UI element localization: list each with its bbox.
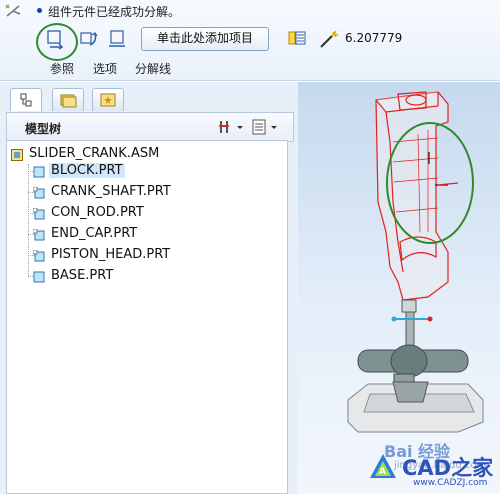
status-message: 组件元件已经成功分解。 (48, 5, 181, 19)
tab-folder-browser[interactable] (52, 88, 84, 111)
tab-references[interactable]: 参照 (50, 60, 74, 77)
favorites-icon (100, 93, 116, 107)
tab-options[interactable]: 选项 (93, 60, 117, 77)
tab-explode-lines[interactable]: 分解线 (135, 60, 171, 77)
folder-icon (60, 94, 77, 108)
tree-item-label: PISTON_HEAD.PRT (51, 247, 171, 262)
tab-favorites[interactable] (92, 88, 124, 111)
navigator-panel: 模型树 SLIDER_CRANK.ASM BLOCK.PRT CRANK_SHA… (0, 82, 298, 494)
motion-value[interactable]: 6.207779 (345, 31, 402, 45)
con-rod-part (391, 299, 433, 351)
assembly-icon (11, 149, 23, 161)
tree-item-label: END_CAP.PRT (51, 226, 138, 241)
rotate-component-icon[interactable] (78, 28, 100, 50)
tree-item-label: CRANK_SHAFT.PRT (51, 184, 171, 199)
cad-site-url: www.CADZJ.com (413, 478, 488, 488)
graphics-viewport[interactable] (298, 82, 500, 494)
tree-item-label: BLOCK.PRT (49, 163, 125, 178)
status-bar: 组件元件已经成功分解。 (0, 0, 500, 22)
model-tree-title: 模型树 (25, 122, 62, 136)
dashboard: 组件元件已经成功分解。 单击此处添加项目 6.207779 参照 选项 分解线 (0, 0, 500, 81)
explode-lines-icon[interactable] (286, 28, 308, 50)
settings-icon[interactable] (219, 121, 243, 133)
cad-logo-icon: A (370, 454, 396, 478)
model-tree-header: 模型树 (6, 112, 294, 142)
model-tree: SLIDER_CRANK.ASM BLOCK.PRT CRANK_SHAFT.P… (6, 140, 288, 494)
tree-guide-line (28, 164, 29, 276)
view-plane-icon[interactable] (106, 28, 128, 50)
part-icon (33, 187, 45, 199)
motion-increment-icon (320, 30, 339, 48)
add-item-collector[interactable]: 单击此处添加项目 (141, 27, 269, 51)
part-icon (33, 271, 45, 283)
move-tool-highlight (36, 23, 78, 61)
tree-tools (219, 119, 277, 135)
status-bullet-icon (37, 8, 42, 13)
tab-model-tree[interactable] (10, 88, 42, 111)
explode-icon (5, 4, 21, 17)
tree-root-label: SLIDER_CRANK.ASM (29, 146, 160, 161)
selection-highlight (386, 122, 474, 244)
part-icon (33, 166, 45, 178)
show-columns-icon[interactable] (252, 119, 277, 135)
part-icon (33, 208, 45, 220)
part-icon (33, 229, 45, 241)
svg-text:A: A (379, 467, 386, 477)
part-icon (33, 250, 45, 262)
tree-item-label: CON_ROD.PRT (51, 205, 144, 220)
model-tree-icon (20, 93, 32, 107)
base-part (347, 381, 484, 433)
tree-item-label: BASE.PRT (51, 268, 114, 283)
